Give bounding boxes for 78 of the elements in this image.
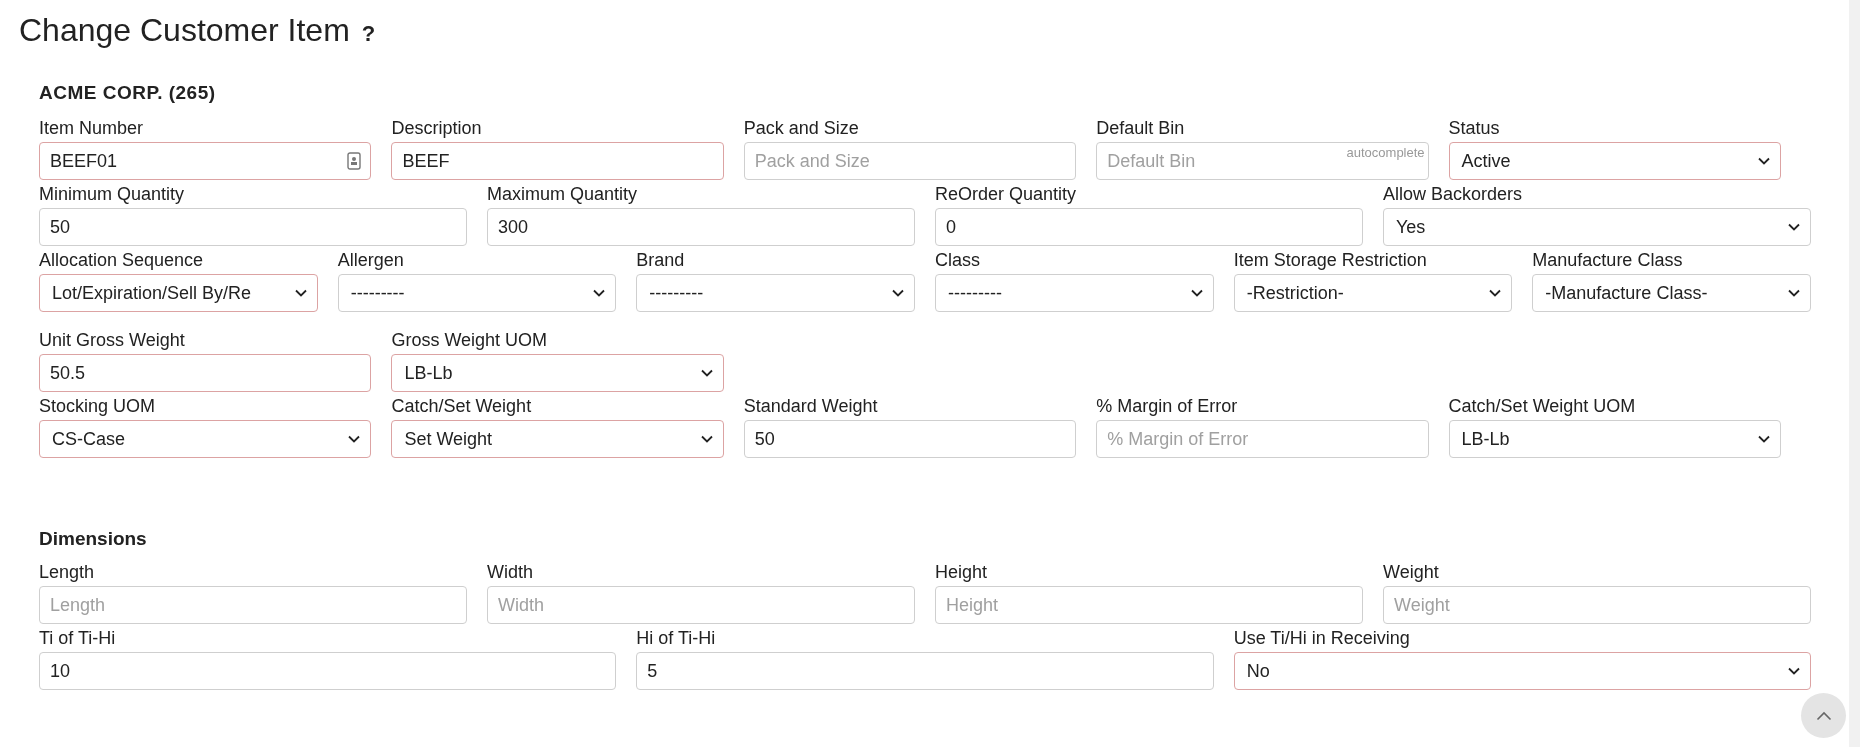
customer-heading: ACME CORP. (265) xyxy=(39,82,217,104)
field-label: Minimum Quantity xyxy=(39,183,186,206)
text-field[interactable]: % Margin of Error xyxy=(1096,420,1429,458)
text-field[interactable]: Width xyxy=(487,586,915,624)
chevron-down-icon xyxy=(1758,435,1770,443)
field-label: Gross Weight UOM xyxy=(391,329,549,352)
field-label: Catch/Set Weight UOM xyxy=(1448,395,1637,418)
field-label: Unit Gross Weight xyxy=(39,329,186,352)
text-field[interactable]: 50.5 xyxy=(39,354,372,392)
chevron-up-icon xyxy=(1815,710,1832,721)
scroll-to-top-button[interactable] xyxy=(1801,693,1846,738)
field-label: Class xyxy=(935,249,981,272)
text-field[interactable]: BEEF xyxy=(391,142,724,180)
text-field[interactable]: 5 xyxy=(636,652,1214,690)
dropdown[interactable]: -Restriction- xyxy=(1233,274,1513,312)
text-field[interactable]: Weight xyxy=(1383,586,1811,624)
page-title: Change Customer Item xyxy=(19,11,350,50)
chevron-down-icon xyxy=(294,289,307,297)
text-field[interactable]: 50 xyxy=(743,420,1077,458)
field-label: Allow Backorders xyxy=(1383,183,1524,206)
field-label: Allocation Sequence xyxy=(39,249,205,272)
field-label: Maximum Quantity xyxy=(487,183,639,206)
dropdown[interactable]: LB-Lb xyxy=(1448,420,1781,458)
field-label: Item Storage Restriction xyxy=(1233,249,1428,272)
field-label: % Margin of Error xyxy=(1096,395,1239,418)
chevron-down-icon xyxy=(1758,157,1770,165)
field-label: Manufacture Class xyxy=(1532,249,1684,272)
dropdown[interactable]: No xyxy=(1233,652,1811,690)
chevron-down-icon xyxy=(892,289,904,297)
field-label: Brand xyxy=(636,249,686,272)
text-field[interactable]: Height xyxy=(935,586,1363,624)
autocomplete-hint: autocomplete xyxy=(1346,145,1425,160)
chevron-down-icon xyxy=(1788,667,1800,675)
text-field[interactable]: 10 xyxy=(39,652,617,690)
field-label: Description xyxy=(391,117,483,140)
dropdown[interactable]: --------- xyxy=(337,274,617,312)
text-field[interactable]: BEEF01 xyxy=(39,142,372,180)
chevron-down-icon xyxy=(1489,289,1502,297)
text-field[interactable]: Length xyxy=(39,586,467,624)
section-heading: Dimensions xyxy=(39,528,148,550)
dropdown[interactable]: -Manufacture Class- xyxy=(1532,274,1811,312)
dropdown[interactable]: LB-Lb xyxy=(391,354,724,392)
field-label: ReOrder Quantity xyxy=(935,183,1078,206)
field-label: Use Ti/Hi in Receiving xyxy=(1233,627,1411,650)
chevron-down-icon xyxy=(700,369,713,377)
field-label: Weight xyxy=(1383,561,1440,584)
field-label: Height xyxy=(935,561,989,584)
field-label: Default Bin xyxy=(1096,117,1186,140)
dropdown[interactable]: --------- xyxy=(636,274,915,312)
chevron-down-icon xyxy=(348,435,361,443)
dropdown[interactable]: Yes xyxy=(1383,208,1811,246)
help-link[interactable]: ? xyxy=(361,21,376,47)
text-field[interactable]: 0 xyxy=(935,208,1363,246)
field-label: Ti of Ti-Hi xyxy=(39,627,117,650)
contact-card-icon[interactable] xyxy=(347,152,362,170)
field-label: Pack and Size xyxy=(743,117,860,140)
chevron-down-icon xyxy=(1788,223,1800,231)
field-label: Stocking UOM xyxy=(39,395,157,418)
field-label: Hi of Ti-Hi xyxy=(636,627,717,650)
field-label: Allergen xyxy=(337,249,405,272)
field-label: Standard Weight xyxy=(743,395,879,418)
field-label: Width xyxy=(487,561,534,584)
chevron-down-icon xyxy=(1788,289,1800,297)
field-label: Item Number xyxy=(39,117,145,140)
chevron-down-icon xyxy=(593,289,606,297)
text-field[interactable]: Pack and Size xyxy=(743,142,1077,180)
dropdown[interactable]: --------- xyxy=(935,274,1214,312)
text-field[interactable]: 50 xyxy=(39,208,467,246)
dropdown[interactable]: CS-Case xyxy=(39,420,372,458)
field-label: Status xyxy=(1448,117,1501,140)
field-label: Catch/Set Weight xyxy=(391,395,533,418)
chevron-down-icon xyxy=(1190,289,1203,297)
dropdown[interactable]: Lot/Expiration/Sell By/Re xyxy=(39,274,318,312)
text-field[interactable]: 300 xyxy=(487,208,915,246)
dropdown[interactable]: Active xyxy=(1448,142,1781,180)
chevron-down-icon xyxy=(700,435,713,443)
field-label: Length xyxy=(39,561,96,584)
dropdown[interactable]: Set Weight xyxy=(391,420,724,458)
